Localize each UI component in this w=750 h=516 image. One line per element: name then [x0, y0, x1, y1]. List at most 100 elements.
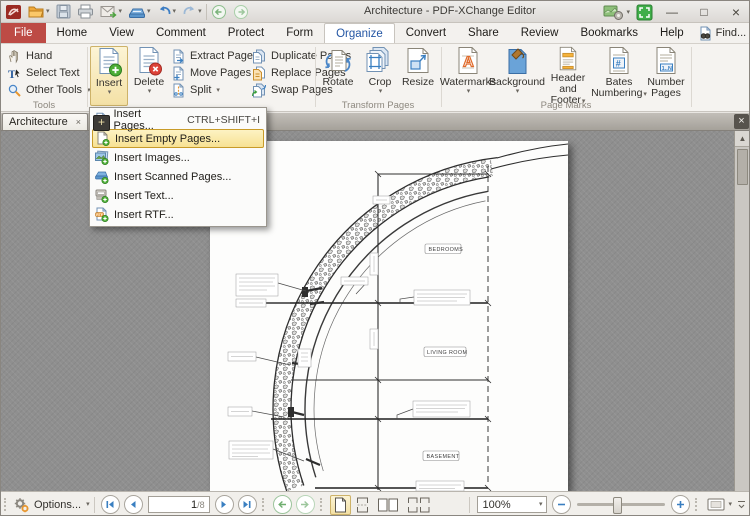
group-separator [315, 47, 316, 107]
scroll-up-arrow-icon[interactable]: ▲ [735, 131, 749, 147]
select-text-button[interactable]: T Select Text [5, 65, 82, 81]
layout-two-pages-continuous-button[interactable] [404, 495, 434, 515]
layout-two-pages-icon [377, 498, 398, 511]
tab-review[interactable]: Review [510, 23, 570, 43]
room-label-bedrooms: BEDROOMS [429, 247, 464, 253]
tab-bookmarks[interactable]: Bookmarks [569, 23, 649, 43]
move-pages-button[interactable]: Move Pages [169, 65, 253, 81]
insert-button[interactable]: Insert ▾ [90, 46, 128, 106]
watermarks-button[interactable]: A Watermarks ▾ [440, 46, 496, 106]
menu-item-insert-scanned-pages[interactable]: Insert Scanned Pages... [92, 167, 264, 186]
split-caret-icon: ▾ [216, 86, 220, 94]
menu-item-insert-text[interactable]: Insert Text... [92, 186, 264, 205]
stone-wall-band [273, 158, 494, 491]
menu-item-insert-empty-pages[interactable]: Insert Empty Pages... [92, 129, 264, 148]
page-number-input[interactable] [183, 498, 198, 511]
tab-share[interactable]: Share [457, 23, 510, 43]
options-button[interactable]: Options... ▾ [13, 497, 90, 513]
options-gear-icon [14, 497, 29, 512]
split-button[interactable]: Split ▾ [169, 82, 222, 98]
minimize-button[interactable]: — [659, 3, 685, 21]
replace-pages-icon [253, 66, 265, 80]
tab-home[interactable]: Home [46, 23, 99, 43]
ui-options-button[interactable]: ▾ [603, 4, 630, 21]
menu-item-insert-pages[interactable]: Insert Pages... CTRL+SHIFT+I [92, 108, 264, 132]
insert-rtf-menu-icon: RTF [95, 207, 109, 222]
crop-caret-icon: ▾ [378, 88, 383, 95]
delete-button[interactable]: Delete ▾ [130, 46, 168, 106]
number-pages-icon: 1..N [656, 47, 676, 74]
fullscreen-button[interactable] [636, 4, 653, 21]
close-pane-button[interactable]: × [734, 114, 749, 129]
go-back-button[interactable] [209, 3, 229, 21]
vertical-scrollbar[interactable]: ▲ [734, 131, 749, 491]
bates-numbering-button[interactable]: # Bates Numbering▾ [591, 46, 647, 106]
extract-pages-button[interactable]: Extract Pages [169, 48, 260, 64]
group-separator [87, 47, 88, 107]
close-button[interactable]: × [723, 3, 749, 21]
tab-view[interactable]: View [98, 23, 145, 43]
tab-help[interactable]: Help [649, 23, 695, 43]
find-icon [700, 26, 711, 40]
open-button[interactable]: ▾ [26, 3, 52, 20]
email-button[interactable]: ▾ [98, 4, 125, 20]
tab-file[interactable]: File [1, 23, 46, 43]
document-tab-architecture[interactable]: Architecture × [2, 113, 88, 130]
other-tools-button[interactable]: Other Tools ▾ [5, 82, 93, 98]
maximize-button[interactable]: □ [691, 3, 717, 21]
transform-pages-group-label: Transform Pages [341, 100, 415, 111]
previous-view-button[interactable] [272, 495, 292, 514]
next-page-button[interactable] [214, 495, 234, 514]
tab-organize[interactable]: Organize [324, 23, 395, 43]
document-tab-close-icon[interactable]: × [76, 117, 81, 127]
menu-item-insert-rtf[interactable]: RTF Insert RTF... [92, 205, 264, 224]
redo-caret-icon: ▾ [198, 8, 202, 15]
watermarks-icon: A [458, 47, 478, 74]
go-forward-button[interactable] [231, 3, 251, 21]
layout-two-pages-button[interactable] [374, 495, 402, 515]
statusbar-separator [93, 496, 95, 513]
crop-button[interactable]: Crop ▾ [361, 46, 399, 106]
layout-single-page-button[interactable] [329, 494, 351, 515]
zoom-level-select[interactable]: 100% ▾ [477, 496, 548, 513]
last-page-button[interactable] [237, 495, 257, 514]
insert-caret-icon: ▾ [107, 89, 112, 96]
find-button[interactable]: Find... [695, 25, 749, 42]
tab-convert[interactable]: Convert [395, 23, 457, 43]
rotate-icon [325, 50, 351, 72]
statusbar-expand-button[interactable] [735, 500, 749, 509]
fit-page-button[interactable]: ▾ [704, 498, 735, 511]
rotate-button[interactable]: Rotate [318, 46, 358, 106]
menu-item-insert-images[interactable]: Insert Images... [92, 148, 264, 167]
print-button[interactable] [75, 3, 96, 20]
page-number-field[interactable]: /8 [147, 496, 210, 513]
hand-tool-button[interactable]: Hand [5, 48, 54, 64]
zoom-slider-thumb[interactable] [613, 497, 623, 514]
previous-page-button[interactable] [123, 495, 143, 514]
zoom-out-button[interactable] [552, 495, 572, 514]
layout-two-pages-continuous-icon [407, 497, 430, 512]
insert-empty-pages-menu-icon [97, 131, 110, 146]
zoom-slider[interactable] [577, 497, 666, 514]
tab-comment[interactable]: Comment [145, 23, 217, 43]
scrollbar-thumb[interactable] [737, 149, 748, 185]
scan-button[interactable]: ▾ [126, 4, 153, 20]
first-page-button[interactable] [100, 495, 120, 514]
save-button[interactable] [54, 3, 73, 20]
zoom-in-button[interactable] [671, 495, 691, 514]
room-label-basement: BASEMENT [427, 454, 460, 460]
redo-button[interactable]: ▾ [180, 4, 204, 20]
delete-caret-icon: ▾ [147, 88, 152, 95]
undo-button[interactable]: ▾ [155, 4, 179, 20]
fit-page-icon [707, 498, 725, 511]
svg-text:1..N: 1..N [662, 66, 672, 72]
layout-continuous-button[interactable] [353, 495, 372, 515]
number-pages-button[interactable]: 1..N Number Pages [644, 46, 688, 106]
header-footer-button[interactable]: Header and Footer▾ [542, 46, 594, 106]
tab-protect[interactable]: Protect [217, 23, 275, 43]
tab-form[interactable]: Form [275, 23, 324, 43]
background-button[interactable]: Background ▾ [489, 46, 545, 106]
next-view-button[interactable] [295, 495, 315, 514]
new-tab-button[interactable]: + [93, 115, 110, 131]
resize-button[interactable]: Resize [399, 46, 437, 106]
